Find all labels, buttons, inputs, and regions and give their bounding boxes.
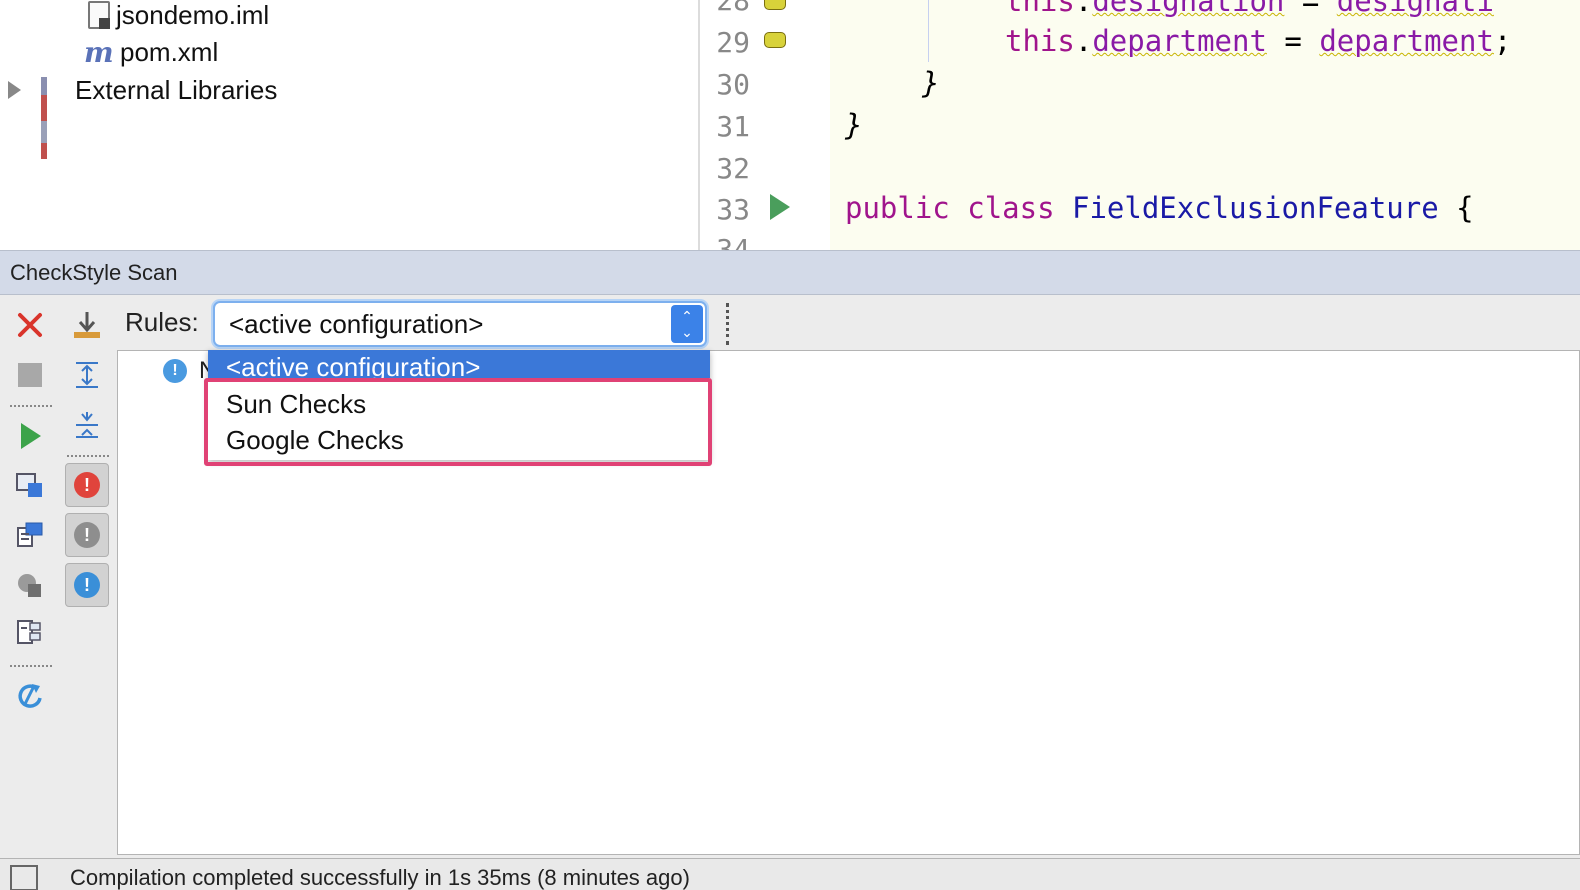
library-icon bbox=[41, 77, 69, 159]
tree-item-pom-xml[interactable]: m pom.xml bbox=[84, 33, 218, 71]
check-changed-files-icon[interactable] bbox=[8, 563, 52, 607]
tree-item-label: External Libraries bbox=[75, 74, 278, 105]
check-module-icon[interactable] bbox=[8, 513, 52, 557]
line-number: 34 bbox=[716, 233, 750, 250]
rules-select[interactable]: <active configuration> ⌃ ⌄ bbox=[213, 301, 707, 347]
refresh-icon[interactable] bbox=[8, 674, 52, 718]
check-modified-icon[interactable] bbox=[8, 612, 52, 656]
info-icon: ! bbox=[163, 359, 187, 383]
close-icon[interactable] bbox=[8, 303, 52, 347]
tree-item-label: pom.xml bbox=[120, 36, 219, 67]
error-icon: ! bbox=[74, 472, 100, 498]
rules-label: Rules: bbox=[125, 307, 199, 337]
code-line-28: this.designation = designati bbox=[1005, 0, 1494, 18]
download-icon[interactable] bbox=[65, 303, 109, 347]
run-check-icon[interactable] bbox=[8, 414, 52, 458]
line-number: 32 bbox=[716, 152, 750, 185]
filter-warnings-toggle[interactable]: ! bbox=[65, 513, 109, 557]
line-number: 30 bbox=[716, 68, 750, 101]
tree-item-external-libraries[interactable]: External Libraries bbox=[8, 71, 278, 159]
tree-item-jsondemo-iml[interactable]: jsondemo.iml bbox=[88, 0, 269, 34]
rules-dropdown-menu[interactable]: <active configuration> Sun Checks Google… bbox=[208, 350, 710, 460]
code-line-31: } bbox=[845, 108, 863, 142]
tool-windows-icon[interactable] bbox=[10, 865, 38, 890]
iml-file-icon bbox=[88, 1, 110, 29]
tool-window-title: CheckStyle Scan bbox=[10, 259, 178, 285]
info-icon: ! bbox=[74, 572, 100, 598]
dropdown-option-active-configuration[interactable]: <active configuration> bbox=[208, 350, 710, 378]
tree-item-label: jsondemo.iml bbox=[116, 0, 270, 30]
code-line-33: public class FieldExclusionFeature { bbox=[845, 191, 1474, 225]
chevron-up-down-icon[interactable]: ⌃ ⌄ bbox=[671, 305, 703, 343]
run-class-icon[interactable] bbox=[770, 194, 790, 220]
stop-icon[interactable] bbox=[8, 353, 52, 397]
dropdown-option-sun-checks[interactable]: Sun Checks bbox=[208, 386, 710, 422]
filter-errors-toggle[interactable]: ! bbox=[65, 463, 109, 507]
expand-arrow-icon[interactable] bbox=[8, 81, 21, 99]
warning-icon: ! bbox=[74, 522, 100, 548]
collapse-all-icon[interactable] bbox=[65, 403, 109, 447]
code-line-30: } bbox=[922, 66, 940, 100]
checkstyle-tool-window-header[interactable]: CheckStyle Scan bbox=[0, 250, 1580, 295]
status-bar: Compilation completed successfully in 1s… bbox=[0, 858, 1580, 890]
code-editor[interactable]: 28 29 30 31 32 33 34 this.designation = … bbox=[698, 0, 1580, 250]
check-project-icon[interactable] bbox=[8, 464, 52, 508]
bug-marker-icon[interactable] bbox=[764, 32, 786, 48]
code-line-29: this.department = department; bbox=[1005, 24, 1512, 58]
rules-select-value: <active configuration> bbox=[229, 308, 484, 339]
line-number: 31 bbox=[716, 110, 750, 143]
line-number: 29 bbox=[716, 26, 750, 59]
project-tree: jsondemo.iml m pom.xml External Librarie… bbox=[0, 0, 698, 250]
line-number: 28 bbox=[716, 0, 750, 17]
filter-info-toggle[interactable]: ! bbox=[65, 563, 109, 607]
dropdown-option-google-checks[interactable]: Google Checks bbox=[208, 422, 710, 458]
toolbar-separator bbox=[726, 303, 729, 345]
status-message: Compilation completed successfully in 1s… bbox=[70, 865, 690, 890]
expand-all-icon[interactable] bbox=[65, 353, 109, 397]
maven-file-icon: m bbox=[84, 35, 114, 69]
bug-marker-icon[interactable] bbox=[764, 0, 786, 10]
line-number: 33 bbox=[716, 193, 750, 226]
